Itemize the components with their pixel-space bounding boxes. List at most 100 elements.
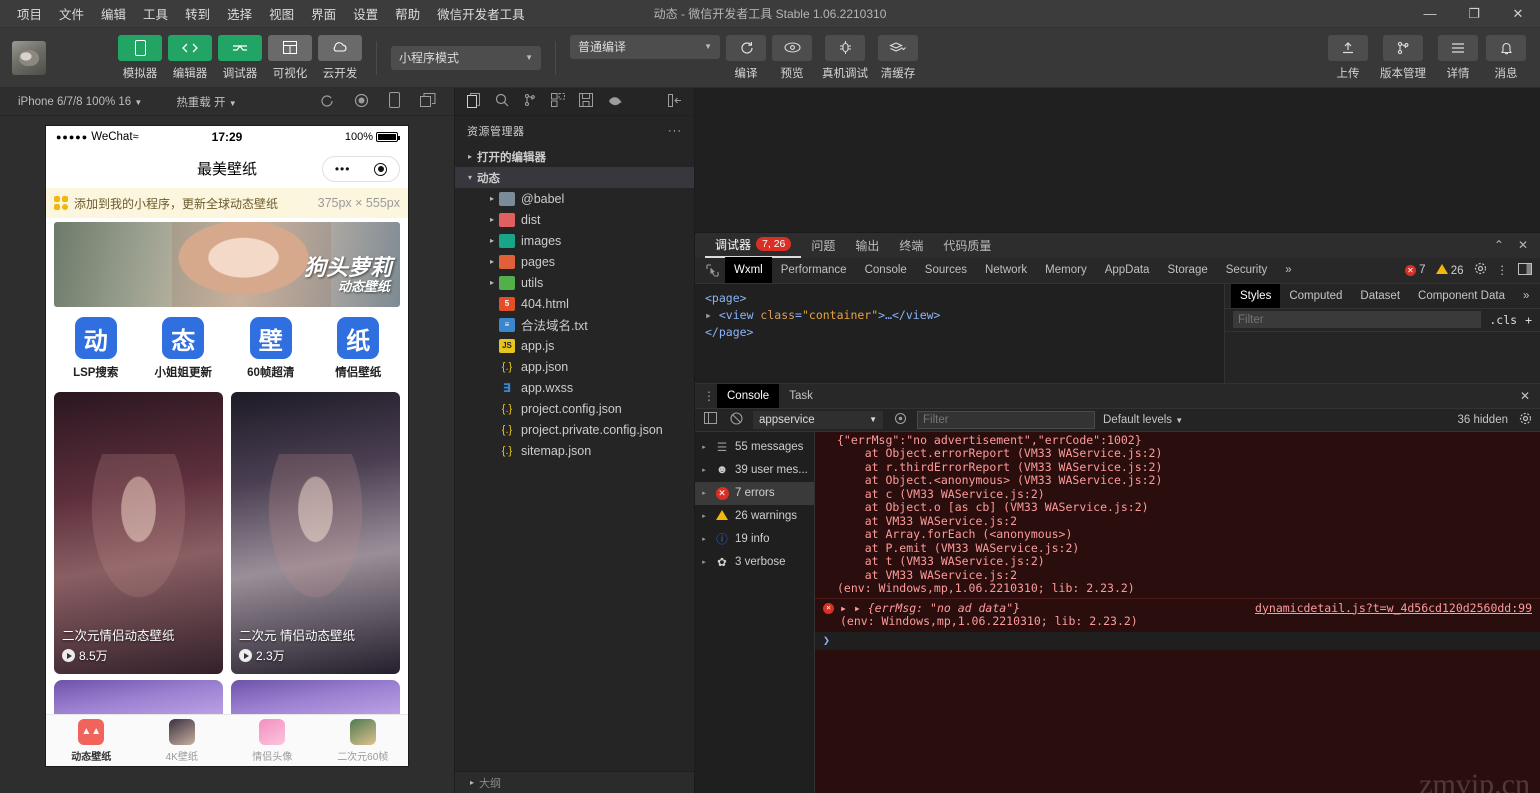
tab-network[interactable]: Network [976,257,1036,283]
cls-toggle[interactable]: .cls [1489,313,1517,327]
messages-button[interactable]: 消息 [1486,34,1526,81]
tree-item-babel[interactable]: ▸ @babel [455,188,694,209]
minimize-button[interactable]: — [1408,0,1452,28]
console-prompt[interactable]: ❯ [815,631,1540,650]
tab-styles[interactable]: Styles [1231,283,1281,308]
tree-section-project[interactable]: ▾ 动态 [455,167,694,188]
styles-tabs-overflow-icon[interactable]: » [1514,284,1538,308]
tab-anime-60fps[interactable]: 二次元60帧 [318,715,409,766]
console-filter-warnings[interactable]: ▸ 26 warnings [695,505,814,528]
menu-item-goto[interactable]: 转到 [178,0,217,27]
search-icon[interactable] [495,93,509,110]
menu-item-view[interactable]: 视图 [262,0,301,27]
console-error-entry[interactable]: {"errMsg":"no advertisement","errCode":1… [815,432,1540,598]
real-device-debug-button[interactable]: 真机调试 [818,34,872,81]
menu-item-project[interactable]: 项目 [10,0,49,27]
devtools-kebab-icon[interactable]: ⋮ [1497,263,1509,277]
tab-performance[interactable]: Performance [772,257,856,283]
console-error-entry-2[interactable]: ✕ ▸ ▸ {errMsg: "no ad data"} (env: Windo… [815,597,1540,632]
tree-item-app-js[interactable]: JS app.js [455,335,694,356]
cloud-toggle[interactable]: 云开发 [318,34,362,81]
tree-item-images[interactable]: ▸ images [455,230,694,251]
device-select[interactable]: iPhone 6/7/8 100% 16 ▼ [10,96,150,108]
explorer-outline-section[interactable]: ▸ 大纲 [455,771,694,793]
record-icon[interactable] [354,93,369,111]
add-to-miniprogram-banner[interactable]: 添加到我的小程序，更新全球动态壁纸 375px × 555px [46,188,408,218]
console-settings-icon[interactable] [1516,412,1534,428]
close-target-icon[interactable] [374,162,388,176]
tab-dataset[interactable]: Dataset [1351,284,1409,308]
tab-console[interactable]: Console [856,257,916,283]
hot-reload-select[interactable]: 热重载 开 ▼ [168,94,244,110]
tab-task[interactable]: Task [779,384,823,408]
debugger-toggle[interactable]: 调试器 [218,34,262,81]
expand-arrow-icon[interactable]: ▸ [705,308,712,322]
tab-storage[interactable]: Storage [1158,257,1216,283]
preview-button[interactable]: 预览 [772,34,812,81]
clear-console-icon[interactable] [727,411,745,428]
menu-item-settings[interactable]: 设置 [346,0,385,27]
styles-filter-input[interactable] [1233,311,1482,328]
mode-select[interactable]: 小程序模式 ▼ [391,45,541,70]
tree-item-app-json[interactable]: {.} app.json [455,356,694,377]
close-button[interactable]: ✕ [1496,0,1540,28]
tab-appdata[interactable]: AppData [1096,257,1159,283]
device-frame-icon[interactable] [389,92,400,111]
tab-sources[interactable]: Sources [916,257,976,283]
files-icon[interactable] [467,92,481,111]
compile-button[interactable]: 编译 [726,34,766,81]
tab-couple-avatar[interactable]: 情侣头像 [227,715,318,766]
clear-cache-button[interactable]: 清缓存 [878,34,918,81]
extensions-icon[interactable] [551,93,565,110]
tree-item-app-wxss[interactable]: ∃ app.wxss [455,377,694,398]
more-icon[interactable]: ••• [335,162,351,176]
capsule-buttons[interactable]: ••• [322,156,400,182]
tree-item-dist[interactable]: ▸ dist [455,209,694,230]
wallpaper-card[interactable]: 二次元情侣动态壁纸 8.5万 [54,392,223,674]
menu-item-tools[interactable]: 工具 [136,0,175,27]
wxml-line-2[interactable]: ▸ <view class="container">…</view> [705,307,1214,324]
maximize-button[interactable]: ❐ [1452,0,1496,28]
details-button[interactable]: 详情 [1438,34,1478,81]
wxml-tree[interactable]: <page> ▸ <view class="container">…</view… [695,283,1224,383]
debug-icon[interactable] [607,94,623,110]
upload-button[interactable]: 上传 [1328,34,1368,81]
hero-banner[interactable]: 狗头萝莉 动态壁纸 [54,222,400,307]
save-icon[interactable] [579,93,593,110]
visualization-toggle[interactable]: 可视化 [268,34,312,81]
dock-side-icon[interactable] [1518,262,1532,278]
wallpaper-card[interactable]: 二次元 情侣动态壁纸 2.3万 [231,392,400,674]
tab-component-data[interactable]: Component Data [1409,284,1514,308]
menu-item-edit[interactable]: 编辑 [94,0,133,27]
tree-item-project-private-config[interactable]: {.} project.private.config.json [455,419,694,440]
close-drawer-icon[interactable]: ✕ [1520,389,1540,403]
rotate-icon[interactable] [319,93,334,111]
menu-item-interface[interactable]: 界面 [304,0,343,27]
detach-window-icon[interactable] [420,93,436,110]
tree-item-pages[interactable]: ▸ pages [455,251,694,272]
console-log[interactable]: {"errMsg":"no advertisement","errCode":1… [815,431,1540,793]
console-levels-select[interactable]: Default levels ▼ [1103,414,1183,426]
menu-item-select[interactable]: 选择 [220,0,259,27]
tree-item-sitemap-json[interactable]: {.} sitemap.json [455,440,694,461]
tab-dynamic-wallpaper[interactable]: 动态壁纸 [46,715,137,766]
console-filter-info[interactable]: ▸ ⓘ 19 info [695,528,814,551]
tab-wxml[interactable]: Wxml [725,257,772,283]
tab-console-drawer[interactable]: Console [717,383,780,408]
console-eye-icon[interactable] [891,412,909,428]
quick-action-60fps[interactable]: 壁 60帧超清 [227,317,315,380]
menu-item-file[interactable]: 文件 [52,0,91,27]
panel-tab-problems[interactable]: 问题 [801,232,845,258]
console-filter-errors[interactable]: ▸ ✕ 7 errors [695,481,814,505]
simulator-toggle[interactable]: 模拟器 [118,34,162,81]
tree-item-domains-txt[interactable]: ≡ 合法域名.txt [455,314,694,335]
inspect-element-icon[interactable] [699,263,725,277]
tree-item-404-html[interactable]: 5 404.html [455,293,694,314]
version-control-button[interactable]: 版本管理 [1376,34,1430,81]
tree-item-project-config[interactable]: {.} project.config.json [455,398,694,419]
compile-select[interactable]: 普通编译 ▼ [570,34,720,59]
explorer-more-icon[interactable]: ··· [668,125,682,137]
tab-computed[interactable]: Computed [1280,284,1351,308]
phone-screen[interactable]: ●●●●● WeChat ≈ 17:29 100% 最美壁纸 ••• 添加到我的… [46,126,408,766]
panel-tab-output[interactable]: 输出 [845,232,889,258]
